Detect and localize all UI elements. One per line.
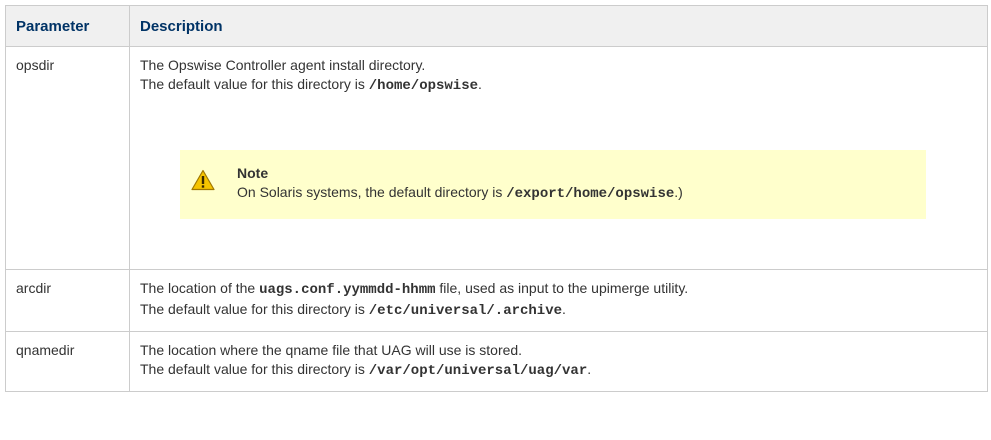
param-name: arcdir [5,269,130,332]
default-path: /home/opswise [368,78,478,94]
header-description: Description [129,5,988,47]
param-description: The location of the uags.conf.yymmdd-hhm… [129,269,988,332]
default-prefix: The default value for this directory is [140,301,369,317]
note-panel: Note On Solaris systems, the default dir… [180,150,926,219]
param-name: opsdir [5,46,130,270]
file-name: uags.conf.yymmdd-hhmm [259,282,436,298]
param-name: qnamedir [5,331,130,392]
description-line: The Opswise Controller agent install dir… [140,57,426,73]
default-path: /etc/universal/.archive [368,303,563,319]
header-parameter: Parameter [5,5,130,47]
table-row: arcdir The location of the uags.conf.yym… [5,269,988,332]
table-row: qnamedir The location where the qname fi… [5,331,988,392]
default-prefix: The default value for this directory is [140,361,369,377]
param-description: The location where the qname file that U… [129,331,988,392]
note-text-prefix: On Solaris systems, the default director… [237,184,507,200]
note-text-suffix: .) [674,184,683,200]
default-suffix: . [478,76,482,92]
description-prefix: The location of the [140,280,260,296]
default-suffix: . [562,301,566,317]
note-path: /export/home/opswise [506,186,675,202]
note-title: Note [237,165,269,181]
warning-icon [191,169,215,191]
default-path: /var/opt/universal/uag/var [368,363,588,379]
default-prefix: The default value for this directory is [140,76,369,92]
table-row: opsdir The Opswise Controller agent inst… [5,46,988,270]
note-content: Note On Solaris systems, the default dir… [237,164,926,204]
table-header-row: Parameter Description [5,5,988,47]
description-line: The location where the qname file that U… [140,342,523,358]
parameters-table: Parameter Description opsdir The Opswise… [5,5,988,392]
default-suffix: . [587,361,592,377]
param-description: The Opswise Controller agent install dir… [129,46,988,270]
description-suffix: file, used as input to the upimerge util… [435,280,689,296]
